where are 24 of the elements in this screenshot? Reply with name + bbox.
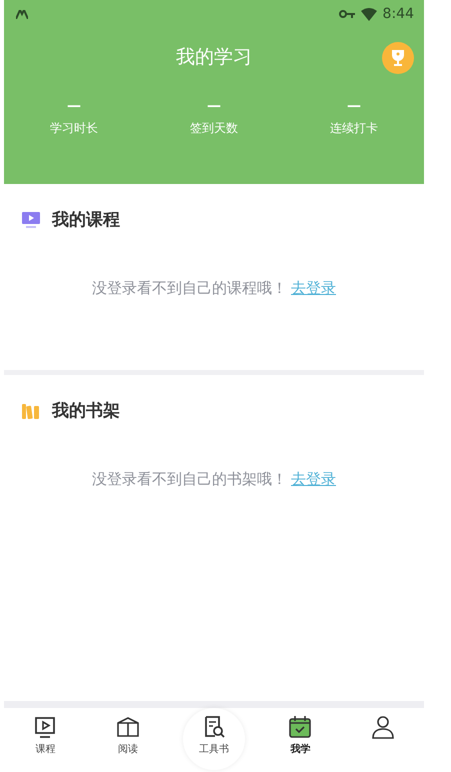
stat-value: — <box>67 98 81 114</box>
empty-message: 没登录看不到自己的课程哦！ <box>92 279 287 298</box>
empty-message: 没登录看不到自己的书架哦！ <box>92 470 287 489</box>
section-title: 我的书架 <box>52 400 120 422</box>
nav-tab[interactable]: 课程 <box>4 714 86 756</box>
calendar-icon <box>287 714 314 740</box>
stat-value: — <box>347 98 361 114</box>
nav-tab[interactable]: 阅读 <box>86 714 169 756</box>
video-icon <box>22 212 40 228</box>
notification-icon <box>16 10 28 18</box>
stat-label: 连续打卡 <box>330 120 378 137</box>
book-icon <box>114 714 141 740</box>
stat-label: 签到天数 <box>190 120 238 137</box>
wifi-icon <box>360 8 377 20</box>
section-title: 我的课程 <box>52 209 120 231</box>
clock-time: 8:44 <box>382 6 414 22</box>
books-icon <box>22 402 40 418</box>
key-icon <box>338 10 355 18</box>
user-icon <box>370 714 396 740</box>
stat-value: — <box>207 98 221 114</box>
stat-label: 学习时长 <box>50 120 98 137</box>
nav-tab[interactable]: 我学 <box>259 714 342 756</box>
page-title: 我的学习 <box>176 45 252 70</box>
nav-tab[interactable]: 工具书 <box>183 708 245 770</box>
